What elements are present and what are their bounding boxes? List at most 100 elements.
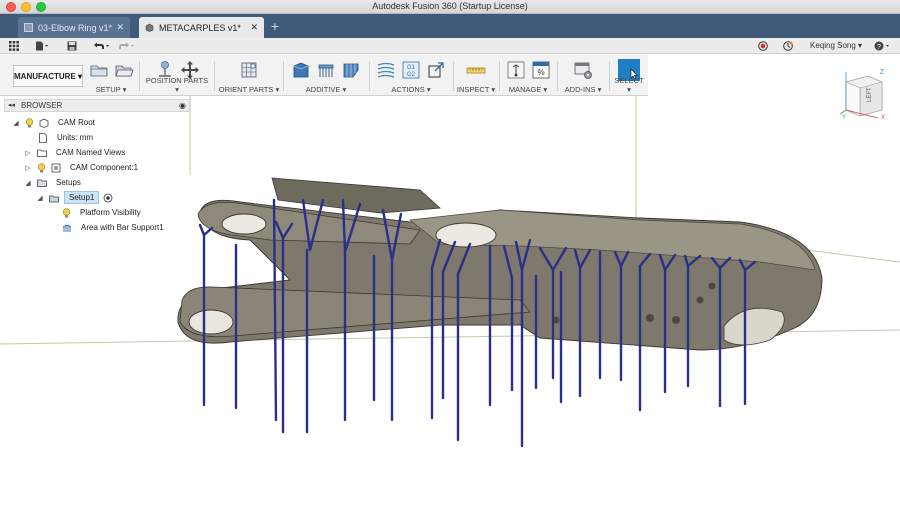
tab-metacarples[interactable]: METACARPLES v1* ✕ (139, 17, 264, 38)
svg-text:G2: G2 (407, 72, 416, 78)
toolbar-divider (139, 61, 140, 91)
volume-support-icon[interactable] (316, 60, 336, 80)
tree-item-label: Platform Visibility (80, 208, 141, 217)
document-tab-bar: 03-Elbow Ring v1* ✕ METACARPLES v1* ✕ + (0, 14, 900, 38)
toolbar-divider (214, 61, 215, 91)
tree-item-label: CAM Component:1 (70, 163, 139, 172)
quick-access-bar: Keqing Song ▾ ? (0, 38, 900, 54)
select-group: SELECT ▾ (612, 58, 646, 94)
z-axis-label: Z (880, 69, 885, 76)
help-icon[interactable]: ? (873, 40, 893, 52)
browser-panel-header[interactable]: ◂◂ BROWSER ◉ (4, 99, 190, 112)
group-label[interactable]: POSITION PARTS ▾ (143, 76, 211, 94)
measure-icon[interactable] (466, 60, 486, 80)
setups-folder-icon (37, 179, 47, 187)
tab-label: METACARPLES v1* (159, 22, 241, 33)
job-status-icon[interactable] (782, 40, 794, 52)
template-library-icon[interactable]: % (531, 60, 551, 80)
toolbar-divider (453, 61, 454, 91)
workspace-switcher[interactable]: MANUFACTURE ▾ (13, 65, 83, 87)
group-label[interactable]: INSPECT ▾ (456, 85, 496, 94)
document-icon (24, 23, 33, 32)
data-panel-grid-icon[interactable] (8, 40, 20, 52)
position-parts-group: POSITION PARTS ▾ (143, 58, 211, 94)
close-icon[interactable]: ✕ (116, 22, 124, 33)
bar-support-icon (62, 224, 72, 232)
ribbon-toolbar: MANUFACTURE ▾ SETUP ▾ POSITION PARTS ▾ O… (0, 55, 648, 96)
toolbar-divider (557, 61, 558, 91)
group-label[interactable]: SETUP ▾ (86, 85, 136, 94)
actions-group: G1 G2 ACTIONS ▾ (372, 58, 450, 94)
expanded-arrow-icon[interactable]: ◢ (24, 179, 32, 187)
bar-support-icon[interactable] (291, 60, 311, 80)
tree-item-label: CAM Root (58, 118, 95, 127)
file-menu-icon[interactable] (34, 40, 50, 52)
user-account-menu[interactable]: Keqing Song ▾ (810, 41, 862, 50)
tree-item-setups[interactable]: ◢ Setups (24, 176, 85, 189)
open-setup-icon[interactable] (114, 60, 134, 80)
g1-g2-code-icon[interactable]: G1G2 (401, 60, 421, 80)
tree-item-area-bar-support[interactable]: Area with Bar Support1 (62, 221, 168, 234)
visibility-bulb-icon[interactable] (25, 117, 34, 128)
group-label[interactable]: MANAGE ▾ (502, 85, 554, 94)
tree-item-label: Setups (56, 178, 81, 187)
new-tab-icon[interactable]: + (266, 18, 284, 36)
viewcube-face-label[interactable]: LEFT (867, 87, 873, 102)
tree-item-label: Area with Bar Support1 (81, 223, 164, 232)
additive-group: ADDITIVE ▾ (286, 58, 366, 94)
expanded-arrow-icon[interactable]: ◢ (12, 119, 20, 127)
tree-item-label: Units: mm (57, 133, 93, 142)
group-label[interactable]: ACTIONS ▾ (372, 85, 450, 94)
units-document-icon (39, 132, 47, 143)
svg-text:G1: G1 (407, 65, 416, 71)
record-icon[interactable] (757, 40, 769, 52)
group-label[interactable]: ADDITIVE ▾ (286, 85, 366, 94)
undo-icon[interactable] (91, 40, 111, 52)
expanded-arrow-icon[interactable]: ◢ (36, 194, 44, 202)
tool-library-icon[interactable] (506, 60, 526, 80)
orientation-grid-icon[interactable] (239, 60, 259, 80)
close-icon[interactable]: ✕ (250, 22, 258, 33)
manage-group: % MANAGE ▾ (502, 58, 554, 94)
generate-layers-icon[interactable] (376, 60, 396, 80)
polyline-support-icon[interactable] (341, 60, 361, 80)
y-axis-label: Y (842, 115, 846, 120)
setup-icon (49, 195, 59, 202)
scripts-addins-icon[interactable] (573, 60, 593, 80)
tree-item-cam-named-views[interactable]: ▷ CAM Named Views (24, 146, 129, 159)
pin-panel-icon[interactable]: ◉ (179, 101, 186, 110)
tree-item-platform-visibility[interactable]: Platform Visibility (62, 206, 145, 219)
3d-viewport[interactable] (0, 96, 900, 506)
group-label[interactable]: ADD-INS ▾ (560, 85, 606, 94)
toolbar-divider (283, 61, 284, 91)
visibility-bulb-icon[interactable] (62, 207, 71, 218)
tab-elbow-ring[interactable]: 03-Elbow Ring v1* ✕ (18, 17, 130, 38)
post-process-icon[interactable] (426, 60, 446, 80)
svg-text:?: ? (877, 44, 881, 51)
new-setup-icon[interactable] (89, 60, 109, 80)
group-label[interactable]: SELECT ▾ (612, 76, 646, 94)
visibility-bulb-icon[interactable] (37, 162, 46, 173)
redo-icon[interactable] (117, 40, 137, 52)
svg-text:%: % (537, 68, 544, 77)
window-title: Autodesk Fusion 360 (Startup License) (372, 1, 528, 11)
tree-item-cam-component[interactable]: ▷ CAM Component:1 (24, 161, 142, 174)
inspect-group: INSPECT ▾ (456, 58, 496, 94)
browser-title: BROWSER (21, 101, 63, 110)
tree-item-cam-root[interactable]: ◢ CAM Root (12, 116, 99, 129)
group-label[interactable]: ORIENT PARTS ▾ (218, 85, 280, 94)
tree-item-setup1[interactable]: ◢ Setup1 (36, 191, 118, 204)
collapsed-arrow-icon[interactable]: ▷ (24, 164, 32, 172)
tree-item-label: CAM Named Views (56, 148, 126, 157)
collapse-panel-icon[interactable]: ◂◂ (8, 101, 15, 109)
orient-parts-group: ORIENT PARTS ▾ (218, 58, 280, 94)
component-icon (51, 163, 61, 172)
viewcube[interactable]: Z Y X LEFT (838, 68, 888, 120)
tree-item-units[interactable]: Units: mm (38, 131, 97, 144)
toolbar-divider (499, 61, 500, 91)
folder-icon (37, 149, 47, 157)
collapsed-arrow-icon[interactable]: ▷ (24, 149, 32, 157)
save-icon[interactable] (66, 40, 78, 52)
tab-label: 03-Elbow Ring v1* (38, 22, 113, 33)
active-setup-icon[interactable] (103, 193, 113, 203)
